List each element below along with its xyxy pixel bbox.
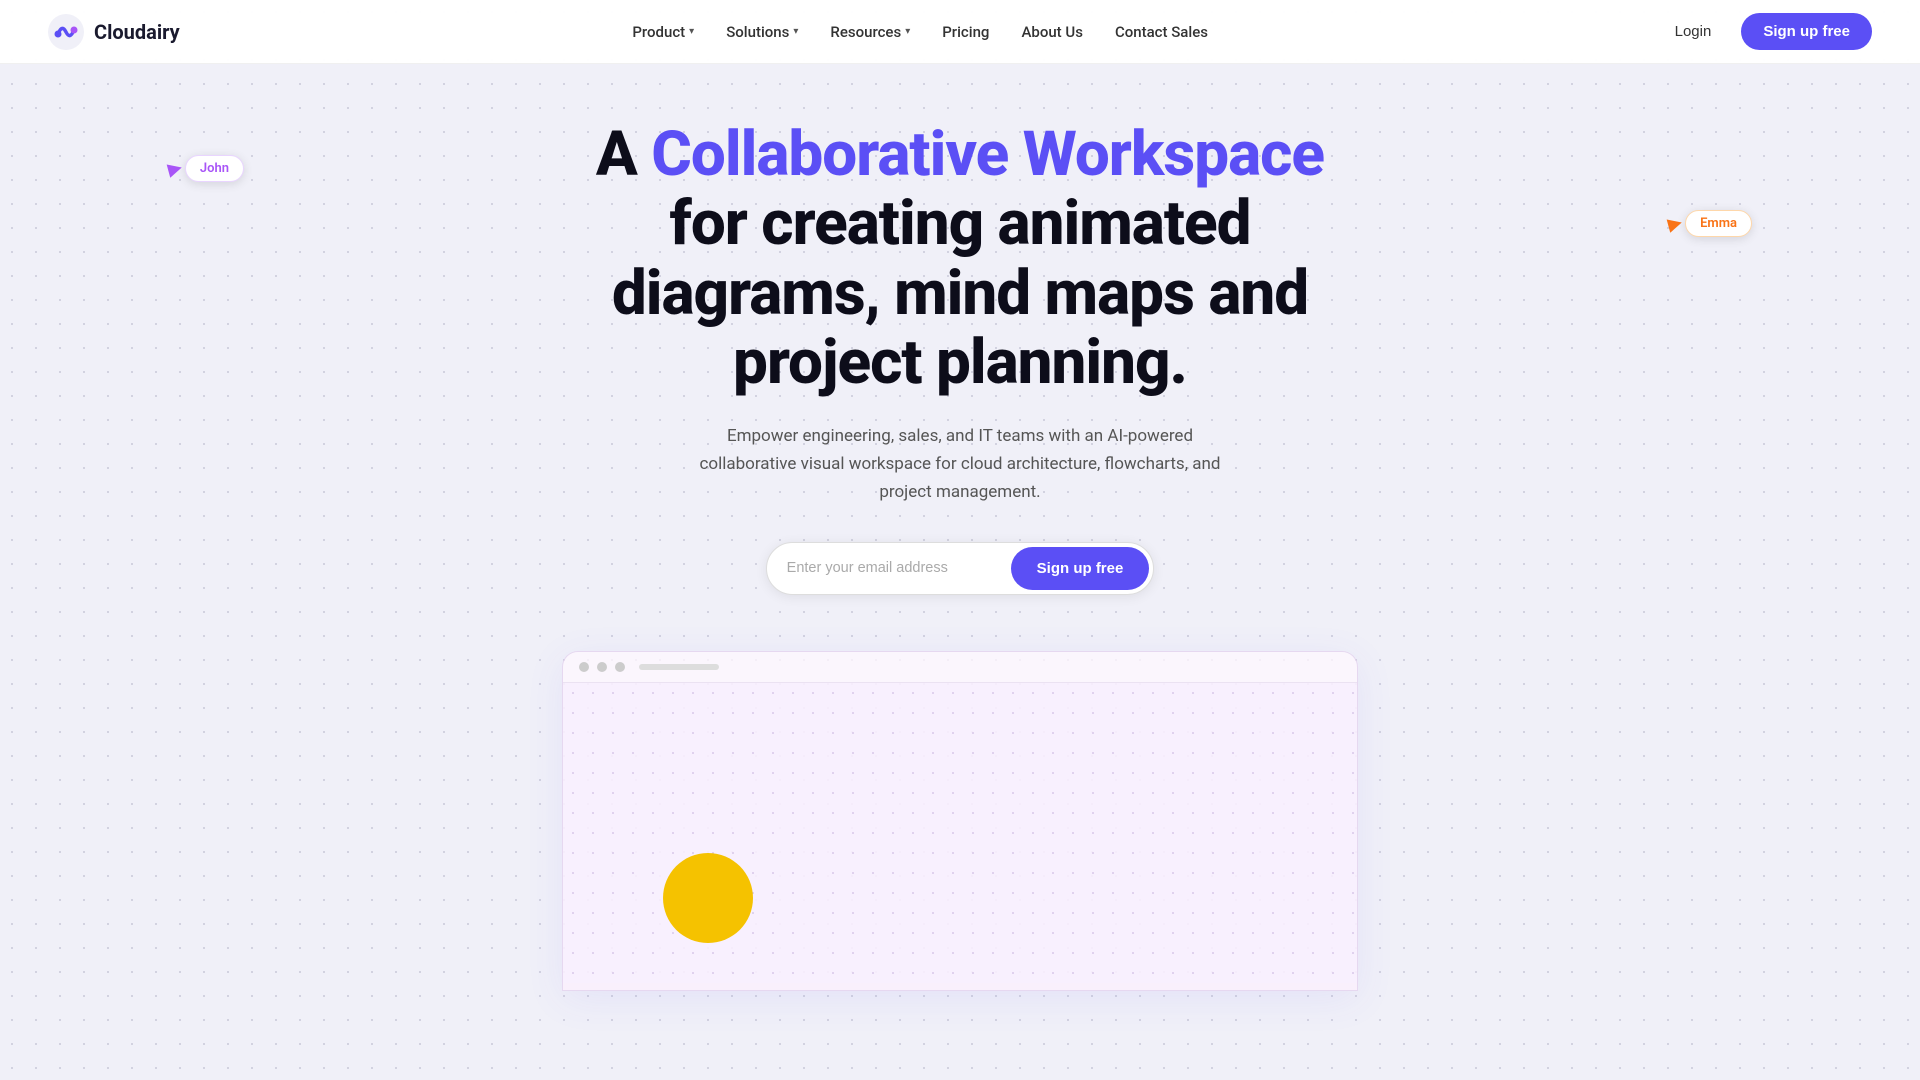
john-cursor-badge: ▶ John [168,155,244,182]
nav-contact[interactable]: Contact Sales [1101,15,1222,49]
preview-titlebar [563,652,1357,683]
preview-circle-shape [663,853,753,943]
hero-cta-form: Sign up free [0,542,1920,595]
emma-cursor-badge: ▶ Emma [1668,210,1752,237]
solutions-chevron-icon: ▾ [793,26,798,37]
emma-cursor-arrow-icon: ▶ [1666,212,1685,236]
signup-hero-button[interactable]: Sign up free [1011,547,1150,590]
hero-section: ▶ John ▶ Emma A Collaborative Workspace … [0,0,1920,991]
titlebar-dot-3 [615,662,625,672]
nav-resources[interactable]: Resources ▾ [816,15,924,49]
signup-nav-button[interactable]: Sign up free [1741,13,1872,50]
nav-solutions[interactable]: Solutions ▾ [712,15,812,49]
hero-subtitle: Empower engineering, sales, and IT teams… [680,422,1240,506]
titlebar-dot-1 [579,662,589,672]
email-input-wrap: Sign up free [766,542,1155,595]
john-cursor-arrow-icon: ▶ [166,157,185,181]
nav-about[interactable]: About Us [1007,15,1097,49]
nav-product[interactable]: Product ▾ [618,15,708,49]
login-button[interactable]: Login [1661,15,1726,48]
preview-canvas [563,683,1357,983]
nav-links: Product ▾ Solutions ▾ Resources ▾ Pricin… [618,15,1222,49]
logo-link[interactable]: Cloudairy [48,14,180,50]
emma-cursor-label: Emma [1685,210,1752,237]
email-input[interactable] [767,547,1007,589]
product-chevron-icon: ▾ [689,26,694,37]
hero-title: A Collaborative Workspace for creating a… [570,120,1350,398]
resources-chevron-icon: ▾ [905,26,910,37]
john-cursor-label: John [185,155,244,182]
logo-icon [48,14,84,50]
titlebar-dot-2 [597,662,607,672]
brand-name: Cloudairy [94,20,180,44]
nav-pricing[interactable]: Pricing [928,15,1003,49]
titlebar-url-bar [639,664,719,670]
nav-actions: Login Sign up free [1661,13,1872,50]
preview-window [562,651,1358,991]
hero-content: ▶ John ▶ Emma A Collaborative Workspace … [0,0,1920,991]
navbar: Cloudairy Product ▾ Solutions ▾ Resource… [0,0,1920,64]
preview-window-wrap [538,651,1382,991]
